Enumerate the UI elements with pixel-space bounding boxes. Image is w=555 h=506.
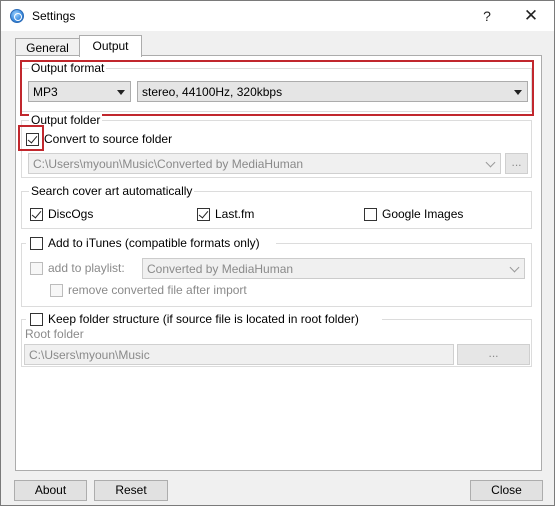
- chevron-down-icon: [485, 157, 496, 168]
- help-button[interactable]: ?: [471, 1, 503, 31]
- app-logo-icon: [10, 9, 24, 23]
- playlist-select[interactable]: Converted by MediaHuman: [142, 258, 525, 279]
- close-button[interactable]: Close: [470, 480, 543, 501]
- remove-after-import-checkbox[interactable]: [50, 284, 63, 297]
- remove-after-import-label: remove converted file after import: [68, 283, 247, 297]
- add-to-itunes-checkbox[interactable]: [30, 237, 43, 250]
- root-folder-browse-button[interactable]: ...: [457, 344, 530, 365]
- chevron-down-icon: [509, 262, 520, 273]
- keep-folder-structure-label: Keep folder structure (if source file is…: [48, 312, 359, 326]
- output-folder-path-value: C:\Users\myoun\Music\Converted by MediaH…: [33, 157, 304, 171]
- lastfm-label: Last.fm: [215, 207, 255, 221]
- output-folder-path-field[interactable]: C:\Users\myoun\Music\Converted by MediaH…: [28, 153, 501, 174]
- root-folder-path-field[interactable]: C:\Users\myoun\Music: [24, 344, 454, 365]
- tab-output[interactable]: Output: [79, 35, 142, 57]
- lastfm-checkbox[interactable]: [197, 208, 210, 221]
- root-folder-path-value: C:\Users\myoun\Music: [29, 348, 150, 362]
- convert-checkbox-highlight: [18, 125, 44, 151]
- cover-art-legend: Search cover art automatically: [29, 184, 195, 198]
- output-folder-browse-button[interactable]: ...: [505, 153, 528, 174]
- close-window-button[interactable]: ✕: [509, 1, 553, 31]
- title-bar: Settings ? ✕: [1, 1, 554, 31]
- settings-window: Settings ? ✕ General Output Output forma…: [0, 0, 555, 506]
- convert-to-source-label: Convert to source folder: [44, 132, 173, 146]
- discogs-checkbox[interactable]: [30, 208, 43, 221]
- google-images-label: Google Images: [382, 207, 464, 221]
- window-title: Settings: [32, 9, 76, 23]
- discogs-label: DiscOgs: [48, 207, 94, 221]
- add-to-itunes-label: Add to iTunes (compatible formats only): [48, 236, 260, 250]
- google-images-checkbox[interactable]: [364, 208, 377, 221]
- keep-folder-structure-checkbox[interactable]: [30, 313, 43, 326]
- add-to-playlist-label: add to playlist:: [48, 261, 125, 275]
- root-folder-label: Root folder: [25, 327, 84, 341]
- about-button[interactable]: About: [14, 480, 87, 501]
- reset-button[interactable]: Reset: [94, 480, 168, 501]
- playlist-value: Converted by MediaHuman: [147, 262, 294, 276]
- add-to-playlist-checkbox[interactable]: [30, 262, 43, 275]
- output-format-highlight: [20, 60, 534, 116]
